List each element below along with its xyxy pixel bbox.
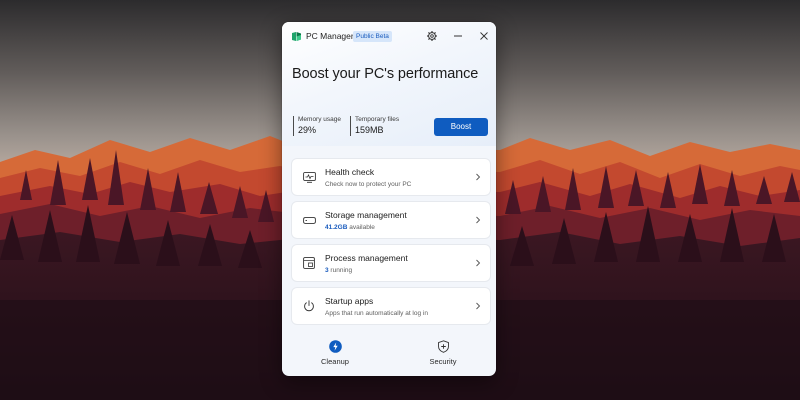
health-check-card[interactable]: Health check Check now to protect your P… [292, 159, 490, 195]
process-running-text: running [328, 267, 353, 274]
minimize-button[interactable] [451, 29, 465, 43]
lightning-icon [328, 340, 342, 353]
chevron-right-icon [476, 216, 481, 224]
process-management-card[interactable]: Process management 3 running [292, 245, 490, 281]
chevron-right-icon [476, 302, 481, 310]
shield-icon [437, 340, 449, 353]
nav-cleanup-tab[interactable]: Cleanup [295, 340, 375, 376]
close-icon [480, 32, 488, 40]
settings-icon [427, 31, 437, 41]
pc-manager-window: PC Manager Public Beta Boost your PC's p… [282, 22, 496, 376]
startup-apps-subtitle: Apps that run automatically at log in [325, 310, 428, 317]
boost-button[interactable]: Boost [434, 118, 488, 136]
health-check-icon [301, 169, 317, 185]
health-check-subtitle: Check now to protect your PC [325, 181, 412, 188]
process-icon [301, 255, 317, 271]
minimize-icon [454, 35, 462, 37]
nav-cleanup-label: Cleanup [321, 357, 349, 366]
process-management-subtitle: 3 running [325, 266, 352, 275]
temporary-files-stat: Temporary files 159MB [350, 116, 399, 136]
bottom-navigation: Cleanup Security [282, 340, 496, 376]
startup-apps-card[interactable]: Startup apps Apps that run automatically… [292, 288, 490, 324]
startup-apps-title: Startup apps [325, 296, 374, 306]
storage-management-card[interactable]: Storage management 41.2GB available [292, 202, 490, 238]
nav-security-tab[interactable]: Security [403, 340, 483, 376]
storage-management-subtitle: 41.2GB available [325, 223, 375, 232]
memory-usage-stat: Memory usage 29% [293, 116, 341, 136]
chevron-right-icon [476, 259, 481, 267]
health-check-title: Health check [325, 167, 375, 177]
storage-available-value: 41.2GB [325, 224, 348, 231]
title-bar[interactable]: PC Manager Public Beta [282, 22, 496, 52]
close-button[interactable] [477, 29, 491, 43]
memory-usage-value: 29% [298, 125, 317, 135]
settings-button[interactable] [425, 29, 439, 43]
storage-available-text: available [347, 224, 375, 231]
nav-security-label: Security [429, 357, 457, 366]
public-beta-badge: Public Beta [353, 31, 392, 42]
app-title: PC Manager [306, 31, 354, 41]
page-headline: Boost your PC's performance [292, 66, 479, 82]
temporary-files-label: Temporary files [355, 116, 400, 123]
chevron-right-icon [476, 173, 481, 181]
process-management-title: Process management [325, 253, 408, 263]
power-icon [301, 298, 317, 314]
storage-management-title: Storage management [325, 210, 407, 220]
memory-usage-label: Memory usage [298, 116, 341, 123]
storage-icon [301, 212, 317, 228]
temporary-files-value: 159MB [355, 125, 384, 135]
pc-manager-logo-icon [292, 32, 301, 41]
